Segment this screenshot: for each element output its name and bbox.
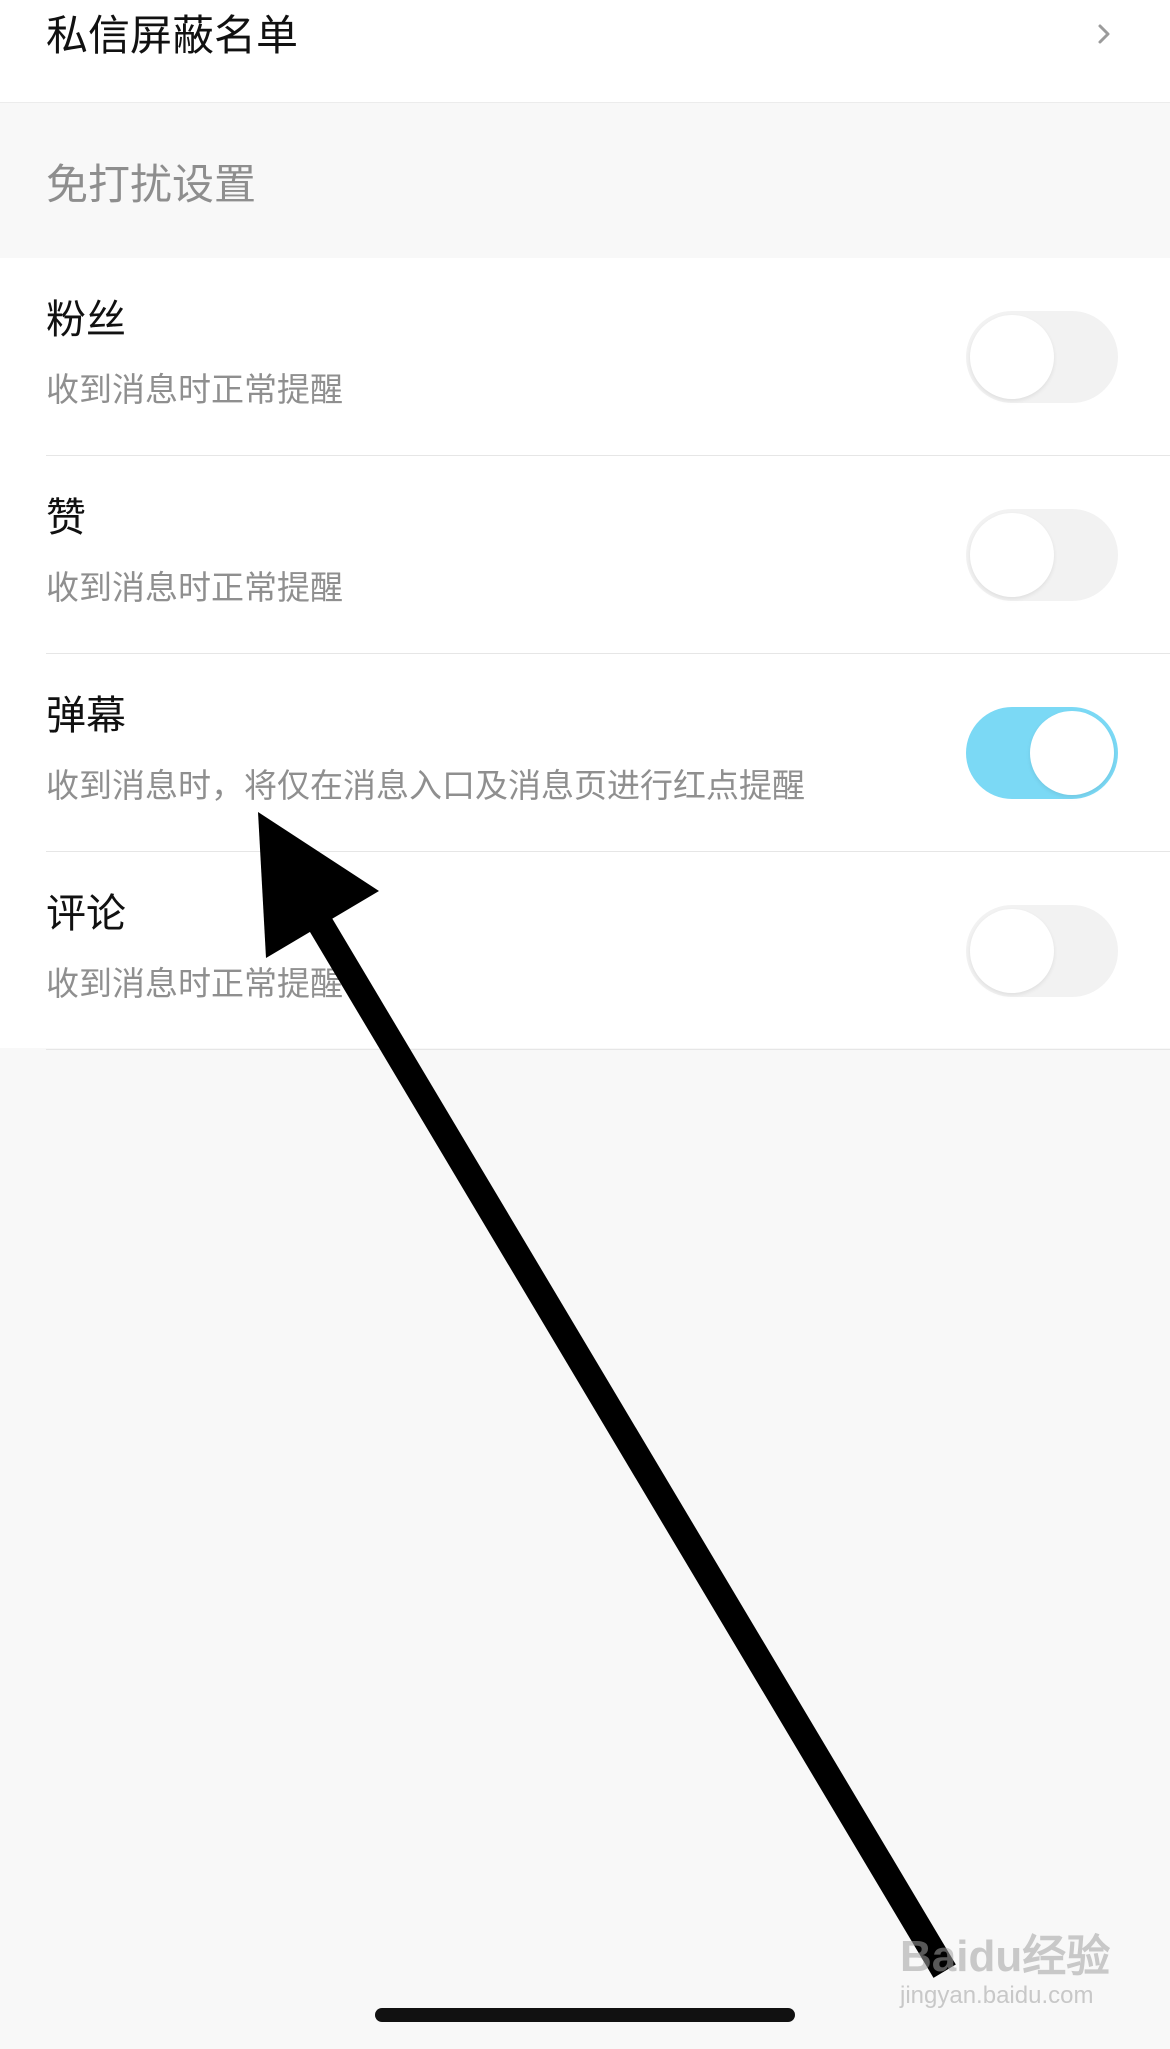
watermark-brand: Baidu经验 [900, 1932, 1111, 1981]
private-message-block-list-row[interactable]: 私信屏蔽名单 [0, 0, 1170, 103]
watermark-url: jingyan.baidu.com [900, 1982, 1094, 2009]
danmaku-toggle[interactable] [966, 707, 1118, 799]
toggle-knob [970, 513, 1054, 597]
arrow-shaft [294, 892, 956, 1978]
toggle-knob [970, 315, 1054, 399]
setting-description: 收到消息时正常提醒 [46, 964, 343, 1003]
home-indicator [375, 2008, 795, 2022]
baidu-jingyan-watermark-logo: Baidu经验 jingyan.baidu.com [880, 1918, 1120, 2028]
private-message-block-list-title: 私信屏蔽名单 [46, 11, 299, 60]
likes-toggle[interactable] [966, 509, 1118, 601]
setting-row-likes: 赞 收到消息时正常提醒 [0, 456, 1170, 654]
setting-description: 收到消息时正常提醒 [46, 370, 343, 409]
setting-description: 收到消息时，将仅在消息入口及消息页进行红点提醒 [46, 766, 805, 805]
chevron-right-icon [1098, 24, 1110, 44]
setting-row-danmaku: 弹幕 收到消息时，将仅在消息入口及消息页进行红点提醒 [0, 654, 1170, 852]
setting-name: 弹幕 [46, 693, 126, 739]
setting-row-fans: 粉丝 收到消息时正常提醒 [0, 258, 1170, 456]
divider [46, 1049, 1170, 1050]
toggle-knob [1030, 711, 1114, 795]
toggle-knob [970, 909, 1054, 993]
setting-row-comments: 评论 收到消息时正常提醒 [0, 852, 1170, 1050]
do-not-disturb-settings-list: 粉丝 收到消息时正常提醒 赞 收到消息时正常提醒 弹幕 收到消息时，将仅在消息入… [0, 258, 1170, 1050]
do-not-disturb-section-header: 免打扰设置 [0, 103, 1170, 258]
setting-name: 评论 [46, 891, 126, 937]
section-header-label: 免打扰设置 [46, 160, 257, 209]
setting-name: 赞 [46, 495, 86, 541]
fans-toggle[interactable] [966, 311, 1118, 403]
setting-name: 粉丝 [46, 297, 126, 343]
setting-description: 收到消息时正常提醒 [46, 568, 343, 607]
comments-toggle[interactable] [966, 905, 1118, 997]
